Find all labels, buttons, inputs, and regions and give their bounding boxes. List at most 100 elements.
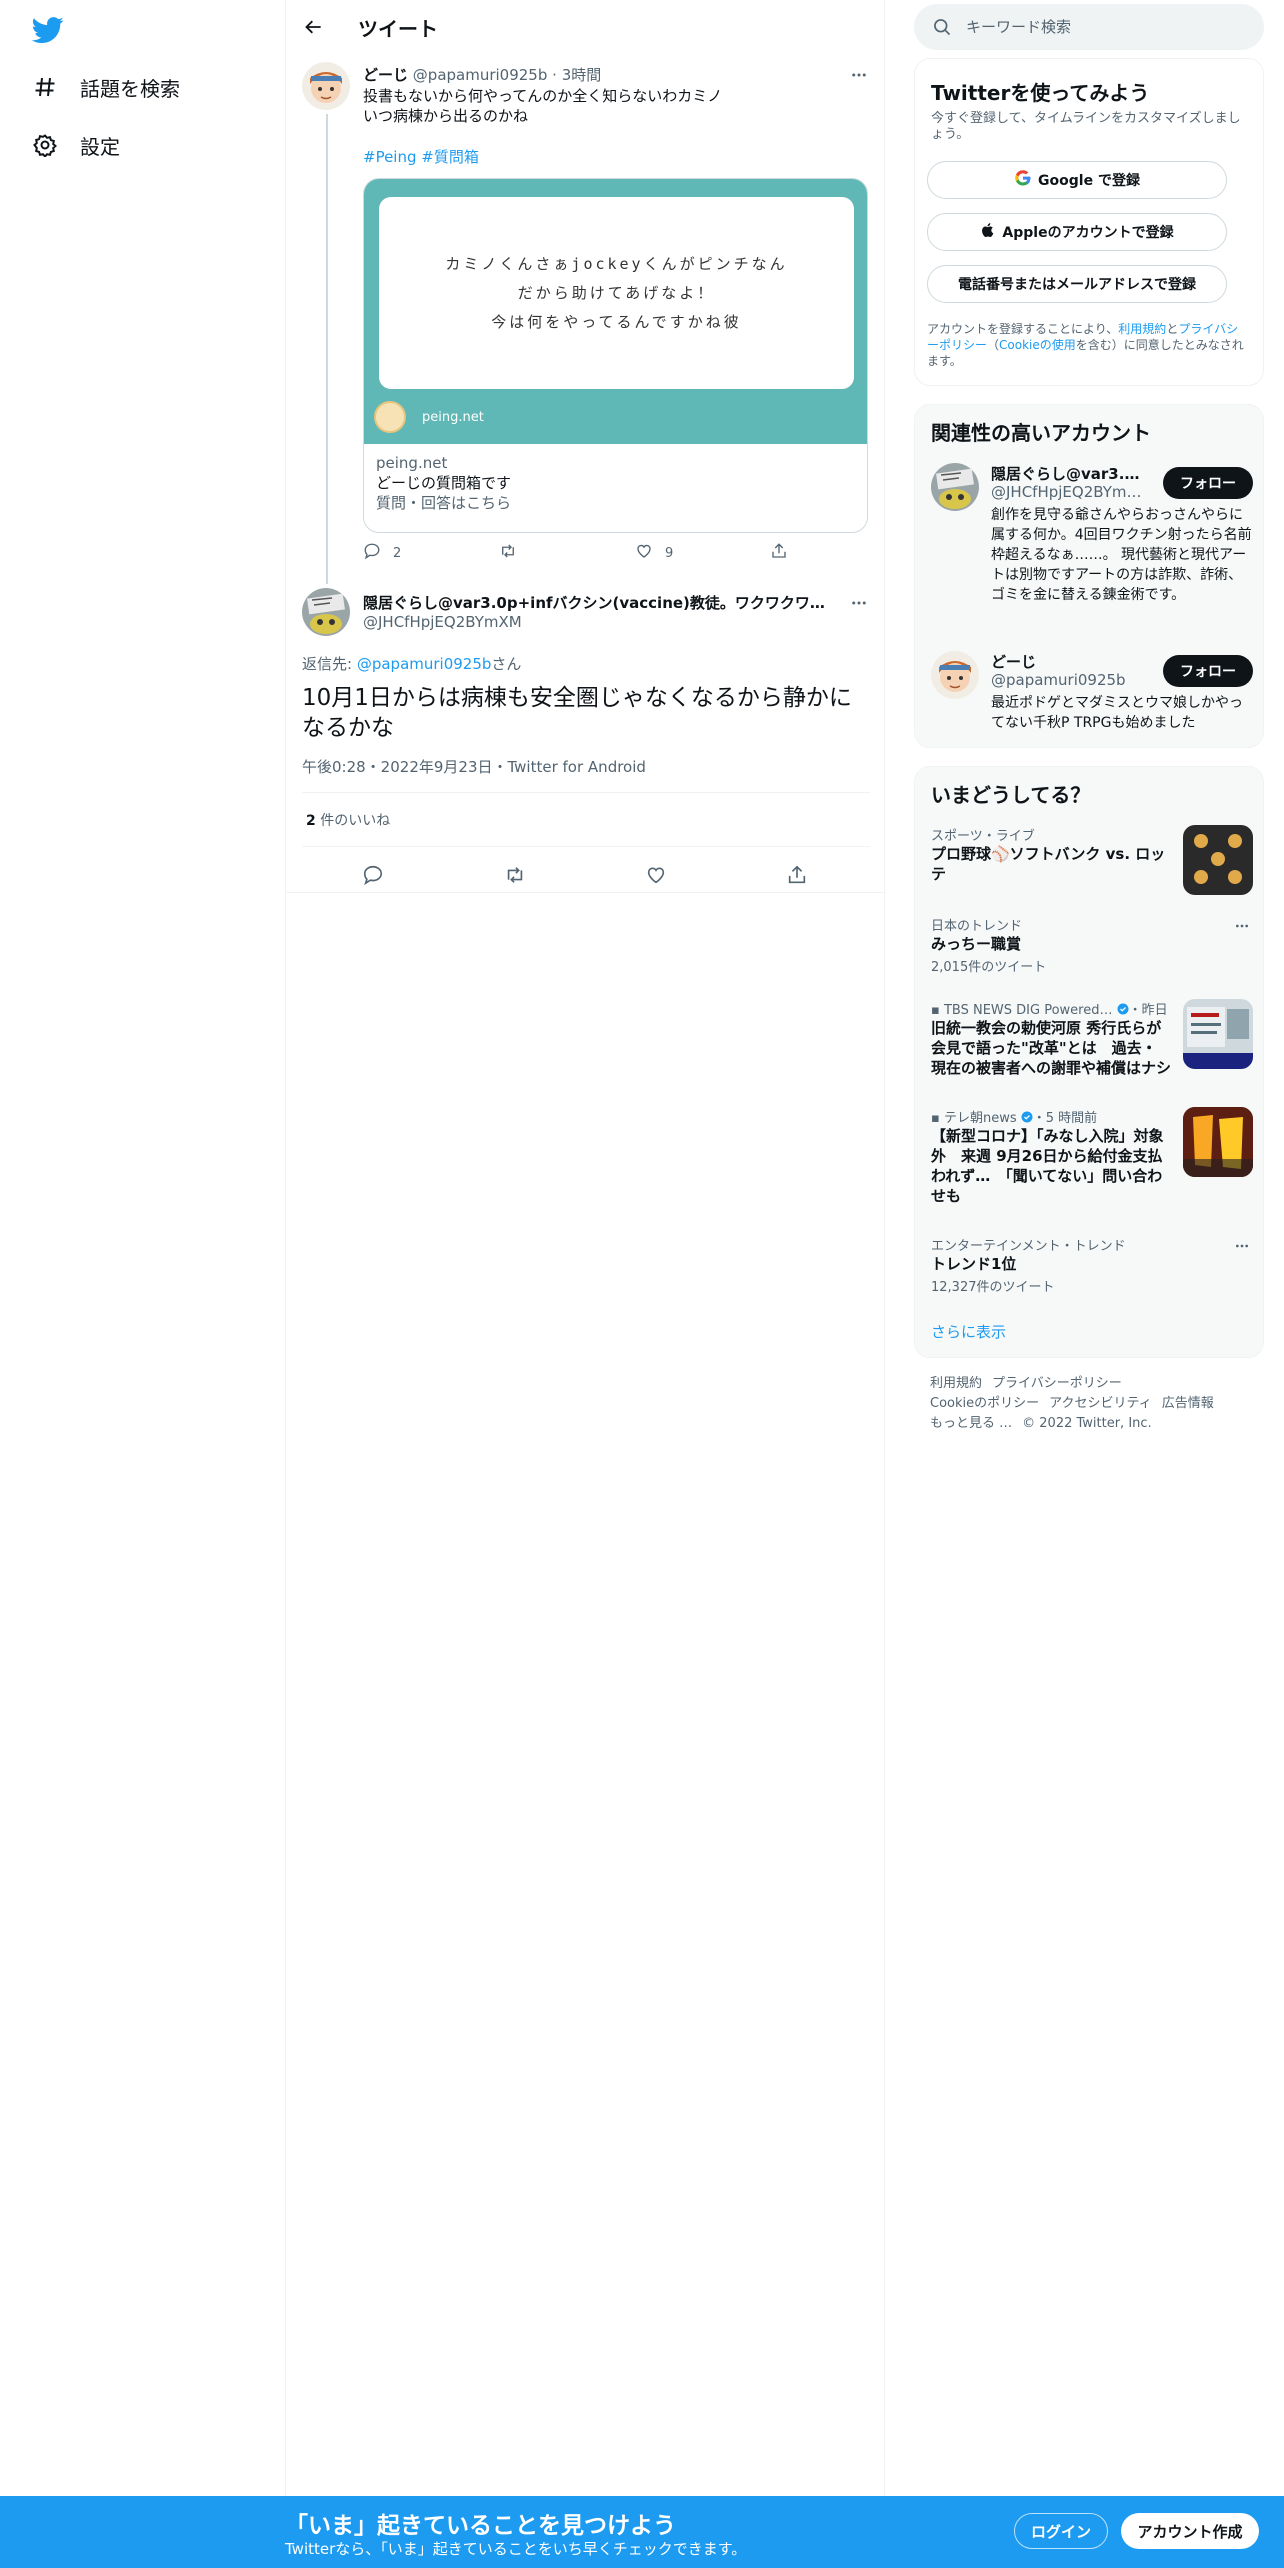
avatar[interactable] bbox=[302, 588, 350, 636]
avatar[interactable] bbox=[302, 62, 350, 110]
footer-link[interactable]: もっと見る … bbox=[930, 1416, 1012, 1431]
login-button[interactable]: ログイン bbox=[1014, 2513, 1108, 2549]
author-name[interactable]: どーじ bbox=[363, 66, 408, 84]
tweet-actions: 2 9 bbox=[363, 542, 793, 564]
back-arrow-icon[interactable] bbox=[300, 13, 328, 41]
nav-explore-label: 話題を検索 bbox=[80, 76, 180, 101]
reply-prefix: 返信先: bbox=[302, 655, 357, 673]
legal-text: （ bbox=[987, 338, 1000, 352]
link-card[interactable]: カミノくんさぁjockeyくんがピンチなん だから助けてあげなよ！ 今は何をやっ… bbox=[363, 178, 868, 533]
share-icon[interactable] bbox=[784, 862, 810, 888]
card-brand-label: peing.net bbox=[422, 409, 484, 425]
author-handle[interactable]: @papamuri0925b bbox=[413, 66, 548, 84]
heart-icon[interactable] bbox=[643, 862, 669, 888]
suggested-account[interactable]: どーじ @papamuri0925b フォロー 最近ポドゲとマダミスとウマ娘しか… bbox=[931, 651, 1253, 741]
legal-text: アカウントを登録することにより、 bbox=[927, 322, 1119, 336]
heart-icon bbox=[635, 542, 653, 564]
account-name[interactable]: 隠居ぐらし@var3.0p+infバクシン(vaccine)教徒。 bbox=[991, 463, 1146, 484]
terms-link[interactable]: 利用規約 bbox=[1118, 322, 1166, 336]
trend-count: 2,015件のツイート bbox=[931, 960, 1047, 975]
card-meta: peing.net どーじの質問箱です 質問・回答はこちら bbox=[376, 453, 511, 513]
reply-icon bbox=[363, 542, 381, 564]
hashtags[interactable]: #Peing #質問箱 bbox=[363, 146, 479, 167]
trend-title: みっちー職賞 bbox=[931, 935, 1022, 953]
hashtag-icon bbox=[32, 74, 58, 100]
trend-thumbnail bbox=[1183, 825, 1253, 895]
trend-context: 日本のトレンド bbox=[931, 919, 1023, 934]
more-icon[interactable] bbox=[848, 592, 870, 614]
trend-item[interactable]: 日本のトレンド みっちー職賞 2,015件のツイート bbox=[931, 915, 1253, 975]
follow-button[interactable]: フォロー bbox=[1163, 467, 1253, 499]
trend-thumbnail bbox=[1183, 1107, 1253, 1177]
reply-icon[interactable] bbox=[360, 862, 386, 888]
nav-explore[interactable]: 話題を検索 bbox=[32, 65, 180, 109]
author-handle[interactable]: @JHCfHpjEQ2BYmXM bbox=[363, 613, 522, 631]
reply-button[interactable]: 2 bbox=[363, 542, 401, 564]
more-icon[interactable] bbox=[848, 64, 870, 86]
like-button[interactable]: 9 bbox=[635, 542, 673, 564]
retweet-button[interactable] bbox=[498, 542, 518, 564]
account-name[interactable]: どーじ bbox=[991, 651, 1146, 672]
search-bar[interactable] bbox=[914, 4, 1264, 50]
footer-link[interactable]: 利用規約 bbox=[930, 1376, 982, 1391]
google-signup-button[interactable]: Google で登録 bbox=[927, 161, 1227, 199]
left-navigation: 話題を検索 設定 bbox=[0, 0, 285, 2568]
trend-item[interactable]: ▪ テレ朝news ・5 時間前 【新型コロナ】「みなし入院」対象外 来週 9月… bbox=[931, 1107, 1253, 1217]
share-button[interactable] bbox=[770, 542, 788, 564]
divider bbox=[286, 892, 886, 893]
account-handle[interactable]: @papamuri0925b bbox=[991, 671, 1146, 689]
likes-count: 2 bbox=[306, 813, 316, 829]
footer-link[interactable]: Cookieのポリシー bbox=[930, 1396, 1039, 1411]
card-image: カミノくんさぁjockeyくんがピンチなん だから助けてあげなよ！ 今は何をやっ… bbox=[364, 179, 867, 444]
footer-links: 利用規約 プライバシーポリシー Cookieのポリシー アクセシビリティ 広告情報 も… bbox=[930, 1374, 1250, 1434]
retweet-icon bbox=[498, 542, 518, 564]
show-more-link[interactable]: さらに表示 bbox=[931, 1321, 1006, 1342]
trend-title: トレンド1位 bbox=[931, 1255, 1017, 1273]
nav-settings-label: 設定 bbox=[80, 134, 120, 159]
trend-context: エンターテインメント・トレンド bbox=[931, 1239, 1126, 1254]
phone-email-signup-button[interactable]: 電話番号またはメールアドレスで登録 bbox=[927, 265, 1227, 303]
who-to-follow-panel: 関連性の高いアカウント 隠居ぐらし@var3.0p+infバクシン(vaccin… bbox=[914, 404, 1264, 748]
share-icon bbox=[770, 542, 788, 564]
trend-title: 旧統一教会の勅使河原 秀行氏らが会見で語った"改革"とは 過去・現在の被害者への… bbox=[931, 1019, 1172, 1077]
news-source-icon: ▪ bbox=[931, 1003, 944, 1018]
twitter-logo-icon[interactable] bbox=[31, 14, 64, 46]
tweet-timestamp[interactable]: 午後0:28・2022年9月23日・Twitter for Android bbox=[302, 756, 646, 777]
trend-item[interactable]: ▪ TBS NEWS DIG Powered… ・昨日 旧統一教会の勅使河原 秀… bbox=[931, 999, 1253, 1089]
parent-tweet[interactable]: どーじ @papamuri0925b · 3時間 投書もないから何やってんのか全… bbox=[286, 58, 886, 584]
thread-line bbox=[326, 114, 328, 584]
avatar[interactable] bbox=[931, 463, 979, 511]
follow-button[interactable]: フォロー bbox=[1163, 655, 1253, 687]
tweet-text: 10月1日からは病棟も安全圏じゃなくなるから静かに なるかな bbox=[302, 683, 872, 743]
bottom-bar-subtitle: Twitterなら、「いま」起きていることをいち早くチェックできます。 bbox=[285, 2540, 747, 2558]
footer-link[interactable]: アクセシビリティ bbox=[1049, 1396, 1152, 1411]
bottom-signup-bar: 「いま」起きていることを見つけよう Twitterなら、「いま」起きていることを… bbox=[0, 2496, 1284, 2568]
main-column: ツイート どーじ @papamuri0925b · 3時間 投書もないから何やっ… bbox=[285, 0, 886, 2568]
card-question-box: カミノくんさぁjockeyくんがピンチなん だから助けてあげなよ！ 今は何をやっ… bbox=[379, 197, 854, 389]
author-name[interactable]: 隠居ぐらし@var3.0p+infバクシン(vaccine)教徒。ワクワクワクチ… bbox=[363, 592, 833, 613]
divider bbox=[302, 792, 870, 793]
account-handle[interactable]: @JHCfHpjEQ2BYmXM bbox=[991, 483, 1146, 501]
tweet-text-line: なるかな bbox=[302, 715, 394, 741]
tweet-text: 投書もないから何やってんのか全く知らないわカミノ いつ病棟から出るのかね bbox=[363, 86, 863, 126]
footer-link[interactable]: 広告情報 bbox=[1162, 1396, 1214, 1411]
suggested-account[interactable]: 隠居ぐらし@var3.0p+infバクシン(vaccine)教徒。 @JHCfH… bbox=[931, 463, 1253, 633]
signup-title: Twitterを使ってみよう bbox=[931, 81, 1150, 105]
tweet-time[interactable]: 3時間 bbox=[562, 66, 602, 84]
cookie-link[interactable]: Cookieの使用 bbox=[999, 338, 1076, 352]
gear-icon bbox=[32, 132, 58, 158]
footer-link[interactable]: プライバシーポリシー bbox=[992, 1376, 1122, 1391]
apple-signup-button[interactable]: Appleのアカウントで登録 bbox=[927, 213, 1227, 251]
nav-settings[interactable]: 設定 bbox=[32, 123, 120, 167]
trend-item[interactable]: エンターテインメント・トレンド トレンド1位 12,327件のツイート bbox=[931, 1235, 1253, 1295]
signup-button[interactable]: アカウント作成 bbox=[1121, 2513, 1259, 2549]
search-input[interactable] bbox=[966, 18, 1246, 36]
retweet-icon[interactable] bbox=[502, 862, 528, 888]
trend-item[interactable]: スポーツ・ライブ プロ野球⚾ソフトバンク vs. ロッテ bbox=[931, 825, 1253, 897]
more-icon[interactable] bbox=[1231, 915, 1253, 937]
more-icon[interactable] bbox=[1231, 1235, 1253, 1257]
tweet-text-line: 投書もないから何やってんのか全く知らないわカミノ bbox=[363, 87, 723, 105]
avatar[interactable] bbox=[931, 651, 979, 699]
likes-summary[interactable]: 2 件のいいね bbox=[306, 810, 390, 830]
reply-to-handle[interactable]: @papamuri0925b bbox=[357, 655, 492, 673]
